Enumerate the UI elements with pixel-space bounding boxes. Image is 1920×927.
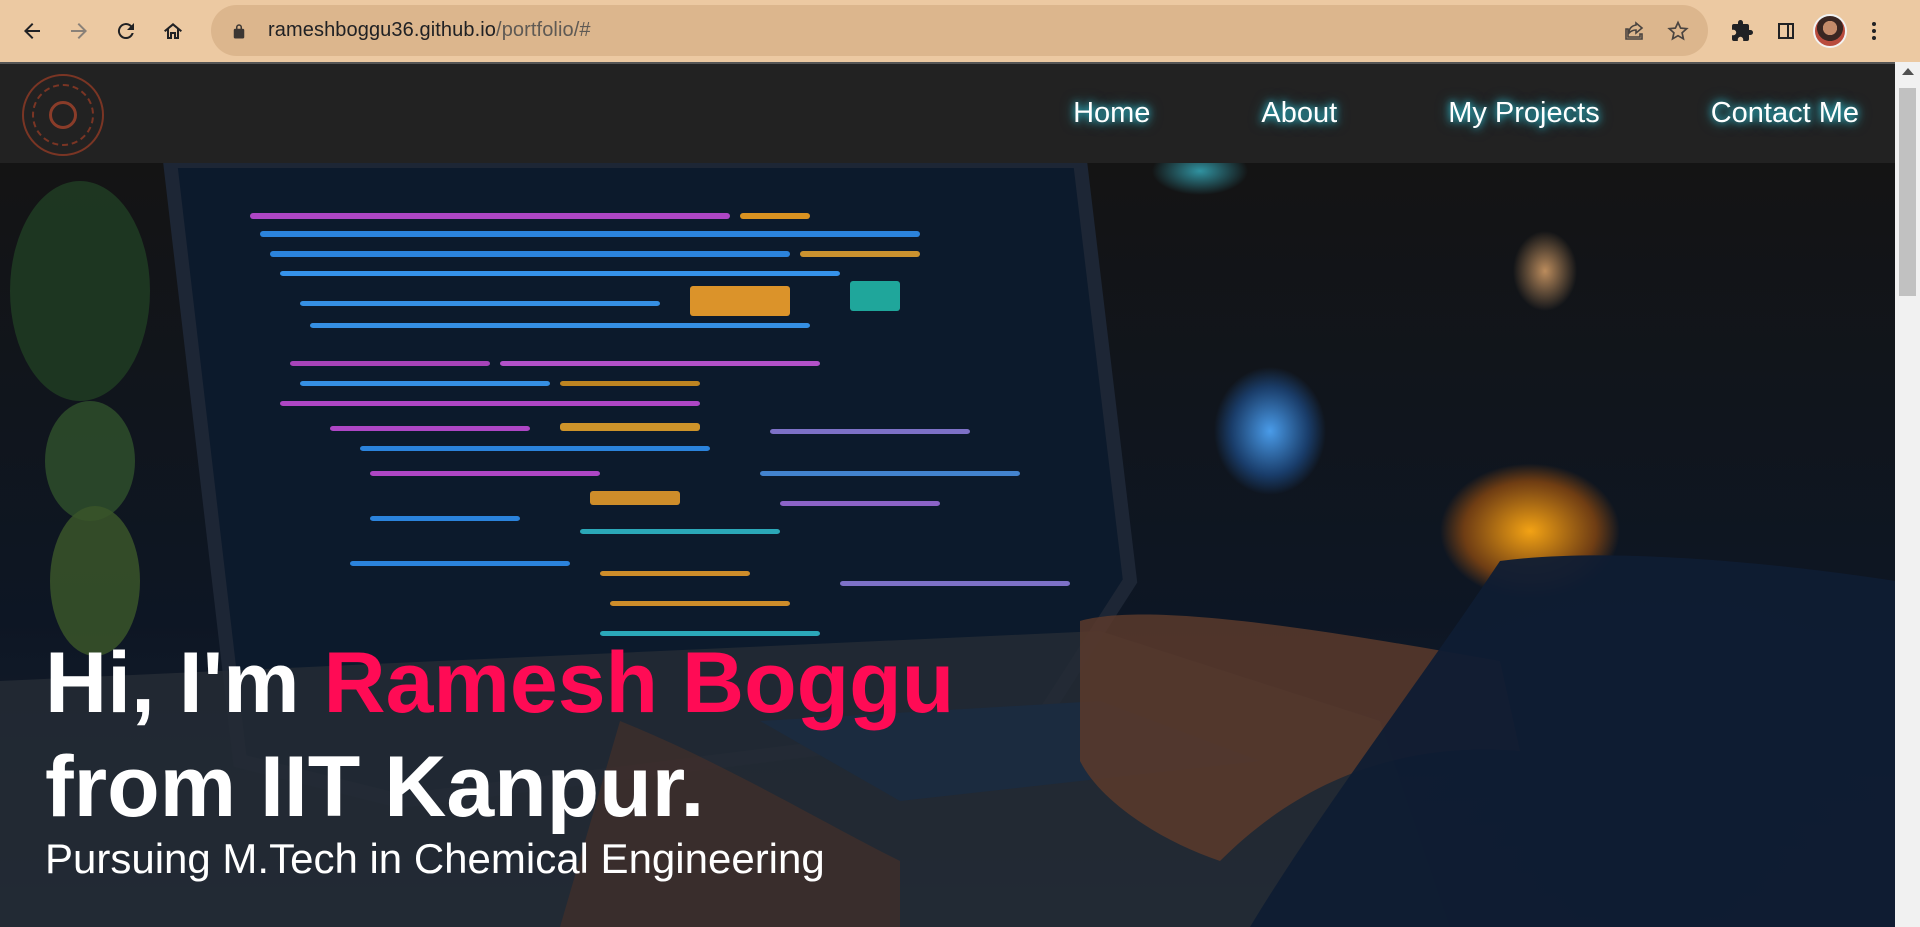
- avatar: [1813, 14, 1847, 48]
- nav-home[interactable]: Home: [1073, 97, 1150, 130]
- reload-icon: [117, 23, 134, 40]
- star-icon: [1667, 19, 1689, 40]
- nav-contact-me[interactable]: Contact Me: [1711, 97, 1859, 130]
- kebab-menu-icon: [1872, 22, 1876, 40]
- hero-name: Ramesh Boggu: [323, 635, 955, 731]
- hero-greeting: Hi, I'm: [45, 635, 324, 731]
- arrow-right-icon: [71, 23, 87, 39]
- url-text: rameshboggu36.github.io/portfolio/#: [268, 19, 591, 42]
- lock-icon: [230, 22, 248, 40]
- logo-emblem: [32, 84, 94, 146]
- hero-subtitle: Pursuing M.Tech in Chemical Engineering: [45, 835, 825, 882]
- hero-heading-line1: Hi, I'm Ramesh Boggu: [45, 631, 954, 735]
- reload-button[interactable]: [108, 13, 144, 49]
- nav-about[interactable]: About: [1261, 97, 1337, 130]
- site-header: Home About My Projects Contact Me: [0, 62, 1895, 163]
- scrollbar-thumb[interactable]: [1899, 88, 1916, 296]
- url-path: /portfolio/#: [496, 19, 591, 41]
- share-button[interactable]: [1612, 9, 1656, 53]
- hero-section: Hi, I'm Ramesh Boggu from IIT Kanpur. Pu…: [0, 161, 1895, 927]
- page-scrollbar[interactable]: [1895, 62, 1920, 927]
- share-icon: [1625, 20, 1644, 40]
- back-button[interactable]: [14, 13, 50, 49]
- hero-text: Hi, I'm Ramesh Boggu from IIT Kanpur. Pu…: [45, 631, 954, 883]
- main-nav: Home About My Projects Contact Me: [1073, 64, 1859, 163]
- iit-kanpur-logo[interactable]: [22, 74, 104, 156]
- browser-toolbar: rameshboggu36.github.io/portfolio/#: [0, 0, 1920, 62]
- arrow-left-icon: [24, 23, 40, 39]
- nav-my-projects[interactable]: My Projects: [1448, 97, 1599, 130]
- url-host: rameshboggu36.github.io: [268, 19, 497, 41]
- hero-heading-line2: from IIT Kanpur.: [45, 739, 705, 835]
- logo-core: [49, 101, 77, 129]
- home-icon: [164, 23, 182, 39]
- bookmark-button[interactable]: [1656, 9, 1700, 53]
- extensions-button[interactable]: [1720, 9, 1764, 53]
- scroll-up-arrow-icon[interactable]: [1902, 68, 1914, 75]
- web-page: Home About My Projects Contact Me Hi, I'…: [0, 62, 1895, 927]
- puzzle-icon: [1732, 20, 1753, 41]
- address-bar[interactable]: rameshboggu36.github.io/portfolio/#: [211, 5, 1708, 56]
- home-button[interactable]: [155, 13, 191, 49]
- profile-button[interactable]: [1808, 9, 1852, 53]
- side-panel-button[interactable]: [1764, 9, 1808, 53]
- browser-menu-button[interactable]: [1852, 9, 1896, 53]
- side-panel-icon: [1778, 23, 1794, 39]
- forward-button[interactable]: [61, 13, 97, 49]
